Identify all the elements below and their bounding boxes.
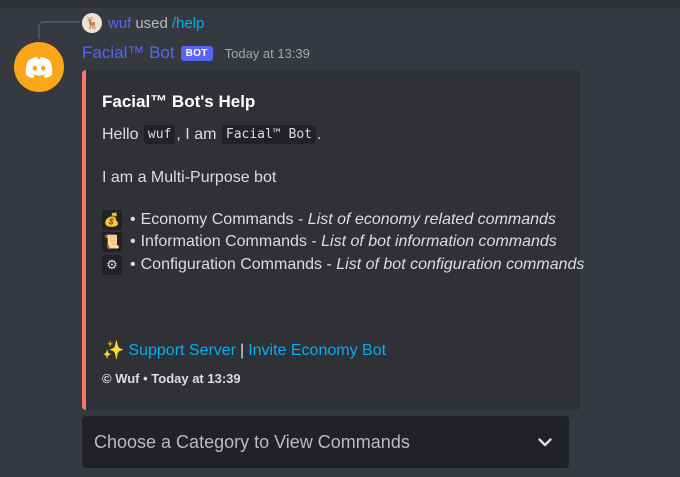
command-name: Economy Commands xyxy=(140,211,294,228)
command-row-information: 📜 • Information Commands - List of bot i… xyxy=(102,232,557,252)
greeting-bot-code: Facial™ Bot xyxy=(221,125,316,144)
dash: - xyxy=(298,211,304,228)
embed-title: Facial™ Bot's Help xyxy=(102,92,256,111)
deer-avatar-icon[interactable]: 🦌 xyxy=(82,13,102,33)
bullet: • xyxy=(130,211,136,228)
command-description: List of bot information commands xyxy=(321,233,557,250)
select-placeholder: Choose a Category to View Commands xyxy=(94,431,410,452)
command-row-configuration: ⚙ • Configuration Commands - List of bot… xyxy=(102,255,584,275)
message-header: Facial™ Bot BOT Today at 13:39 xyxy=(82,42,310,64)
dash: - xyxy=(311,233,317,250)
category-select-menu[interactable]: Choose a Category to View Commands xyxy=(82,416,569,468)
help-embed: Facial™ Bot's Help Hello wuf, I am Facia… xyxy=(82,70,584,410)
reply-reference[interactable]: 🦌 wuf used /help xyxy=(82,13,204,33)
bot-avatar[interactable] xyxy=(14,42,64,92)
greeting-mid: , I am xyxy=(176,125,217,143)
reply-connector xyxy=(38,21,80,39)
link-separator: | xyxy=(240,341,245,359)
scroll-icon: 📜 xyxy=(102,232,122,252)
embed-footer: © Wuf • Today at 13:39 xyxy=(102,371,241,386)
bullet: • xyxy=(130,256,136,273)
discord-logo-icon xyxy=(25,57,53,78)
greeting-prefix: Hello xyxy=(102,125,139,143)
command-row-economy: 💰 • Economy Commands - List of economy r… xyxy=(102,210,556,230)
message-timestamp: Today at 13:39 xyxy=(224,45,310,61)
command-description: List of bot configuration commands xyxy=(336,256,585,273)
embed-purpose: I am a Multi-Purpose bot xyxy=(102,169,277,186)
embed-links: ✨ Support Server | Invite Economy Bot xyxy=(102,340,386,361)
reply-used-text: used xyxy=(135,14,168,32)
bullet: • xyxy=(130,233,136,250)
sparkles-icon: ✨ xyxy=(102,340,125,360)
gear-icon: ⚙ xyxy=(102,255,122,275)
greeting-user-code: wuf xyxy=(143,125,176,144)
chevron-down-icon[interactable] xyxy=(535,432,555,452)
author-name[interactable]: Facial™ Bot xyxy=(82,43,175,63)
command-description: List of economy related commands xyxy=(307,211,556,228)
command-name: Configuration Commands xyxy=(140,256,323,273)
reply-command[interactable]: /help xyxy=(172,15,205,32)
dash: - xyxy=(326,256,332,273)
command-name: Information Commands xyxy=(140,233,307,250)
money-bag-icon: 💰 xyxy=(102,210,122,230)
reply-username[interactable]: wuf xyxy=(108,15,131,32)
top-bar xyxy=(0,0,680,8)
bot-badge: BOT xyxy=(180,45,213,61)
greeting-suffix: . xyxy=(316,125,322,143)
support-server-link[interactable]: Support Server xyxy=(128,342,236,360)
embed-greeting: Hello wuf, I am Facial™ Bot. xyxy=(102,125,321,144)
invite-bot-link[interactable]: Invite Economy Bot xyxy=(248,342,386,360)
